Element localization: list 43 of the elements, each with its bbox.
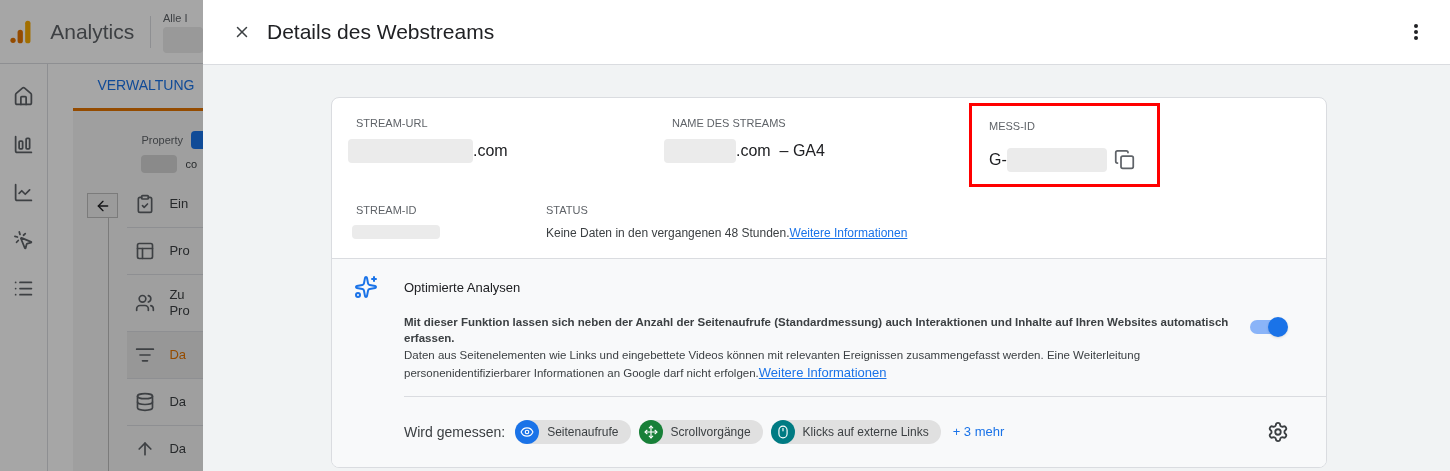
status-text: Keine Daten in den vergangenen 48 Stunden.Weitere Informationen: [546, 224, 908, 242]
field-label: STATUS: [546, 203, 589, 218]
description-text: Mit dieser Funktion lassen sich neben der Anzahl der Seitenaufrufe (Standardmessung) auch Interaktionen und Inhalte auf Ihren Websites automatisch erfassen.: [404, 315, 1230, 346]
stream-name: .com – GA4: [736, 140, 825, 161]
database-icon: [135, 392, 156, 412]
field-label: MESS-ID: [989, 119, 1036, 134]
more-events-link[interactable]: + 3 mehr: [952, 422, 1005, 442]
trend-chart-icon[interactable]: [13, 182, 35, 203]
event-chip: Scrollvorgänge: [638, 420, 763, 444]
copy-button[interactable]: [1112, 147, 1137, 172]
blurred-text: [163, 26, 203, 53]
settings-icon[interactable]: [1267, 421, 1289, 443]
measurement-id: G-: [989, 149, 1007, 170]
app-name: Analytics: [50, 18, 135, 45]
home-icon[interactable]: [13, 86, 35, 107]
measured-label: Wird gemessen:: [404, 422, 506, 442]
cursor-target-icon[interactable]: [13, 230, 35, 251]
field-label: NAME DES STREAMS: [672, 116, 787, 131]
people-icon: [135, 293, 156, 313]
account-label: Alle I: [163, 11, 189, 27]
more-options-icon: [1414, 24, 1418, 40]
field-label: STREAM-URL: [356, 116, 429, 131]
property-label: Property: [141, 132, 183, 148]
stream-url: .com: [473, 140, 508, 161]
sparkle-icon: [354, 274, 378, 299]
back-button[interactable]: [87, 193, 119, 218]
toggle-switch[interactable]: [1250, 320, 1286, 334]
clipboard-check-icon: [135, 194, 156, 214]
event-chip: Seitenaufrufe: [515, 420, 631, 444]
layout-icon: [135, 241, 156, 261]
filter-lines-icon: [135, 345, 156, 365]
copy-icon: [1114, 149, 1136, 170]
property-button[interactable]: [191, 131, 203, 149]
section-title: Optimierte Analysen: [404, 278, 522, 297]
event-chip: Klicks auf externe Links: [770, 420, 941, 444]
field-label: STREAM-ID: [356, 203, 418, 218]
description-text: Daten aus Seitenelementen wie Links und eingebettete Videos können mit relevanten Ereignissen zusammengefasst werden. Eine Weiterleitung personenidentifizierbarer Informationen an Google darf nicht erfolgen.Weitere Informationen: [404, 348, 1142, 382]
more-info-link[interactable]: Weitere Informationen: [758, 365, 887, 380]
more-info-link[interactable]: Weitere Informationen: [789, 225, 908, 240]
dialog-title: Details des Webstreams: [267, 19, 495, 46]
property-value: co: [185, 156, 198, 172]
bar-chart-icon[interactable]: [13, 134, 35, 155]
admin-tab[interactable]: VERWALTUNG: [97, 75, 195, 96]
